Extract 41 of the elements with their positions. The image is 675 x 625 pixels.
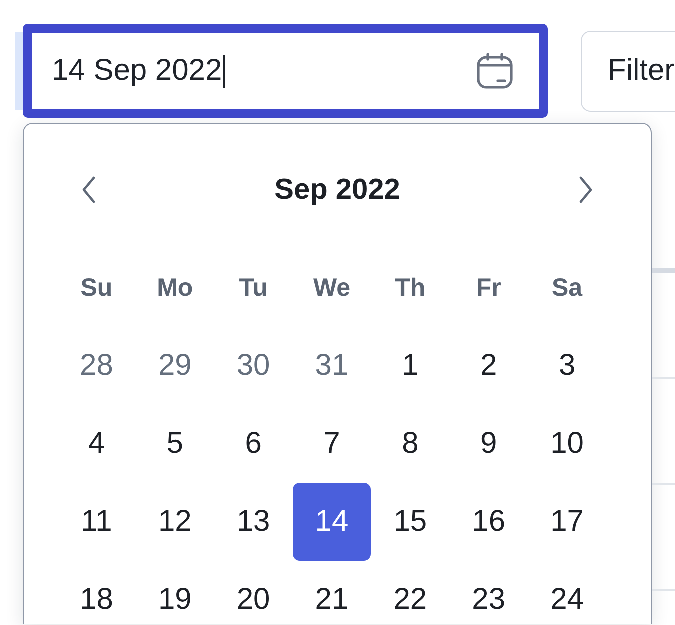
calendar-day[interactable]: 31: [292, 327, 372, 405]
calendar-day[interactable]: 14: [292, 483, 372, 561]
calendar-day[interactable]: 23: [450, 561, 528, 624]
chevron-right-icon: [578, 176, 594, 204]
calendar-day[interactable]: 22: [371, 561, 450, 624]
calendar-day[interactable]: 3: [528, 327, 606, 405]
calendar-day[interactable]: 2: [450, 327, 528, 405]
calendar-icon: [477, 53, 513, 89]
chevron-left-icon: [81, 176, 97, 204]
calendar-day[interactable]: 19: [136, 561, 214, 624]
calendar-day[interactable]: 29: [136, 327, 214, 405]
weekday-label: Mo: [157, 274, 194, 302]
calendar-day[interactable]: 16: [450, 483, 528, 561]
calendar-day[interactable]: 6: [214, 405, 293, 483]
weekday-label: We: [313, 274, 351, 302]
calendar-day[interactable]: 9: [450, 405, 528, 483]
calendar-day[interactable]: 20: [214, 561, 293, 624]
calendar-day[interactable]: 17: [528, 483, 606, 561]
weekday-label: Th: [395, 274, 426, 302]
text-cursor: [223, 54, 226, 88]
calendar-day[interactable]: 21: [292, 561, 372, 624]
calendar-day[interactable]: 11: [58, 483, 136, 561]
calendar-day[interactable]: 1: [371, 327, 450, 405]
weekday-label: Su: [80, 274, 113, 302]
weekday-label: Fr: [476, 274, 502, 302]
calendar-day[interactable]: 13: [214, 483, 293, 561]
calendar-day[interactable]: 15: [371, 483, 450, 561]
calendar-day[interactable]: 12: [136, 483, 214, 561]
calendar-day[interactable]: 10: [528, 405, 606, 483]
calendar-day[interactable]: 4: [58, 405, 136, 483]
calendar-day[interactable]: 28: [58, 327, 136, 405]
weekday-label: Tu: [239, 274, 268, 302]
calendar-day[interactable]: 30: [214, 327, 293, 405]
calendar-day[interactable]: 18: [58, 561, 136, 624]
weekday-label: Sa: [552, 274, 583, 302]
calendar-day[interactable]: 8: [371, 405, 450, 483]
filter-button[interactable]: Filter: [581, 30, 675, 112]
month-title: Sep 2022: [274, 174, 400, 206]
calendar-day[interactable]: 24: [528, 561, 606, 624]
calendar-day[interactable]: 7: [292, 405, 372, 483]
calendar-day[interactable]: 5: [136, 405, 214, 483]
